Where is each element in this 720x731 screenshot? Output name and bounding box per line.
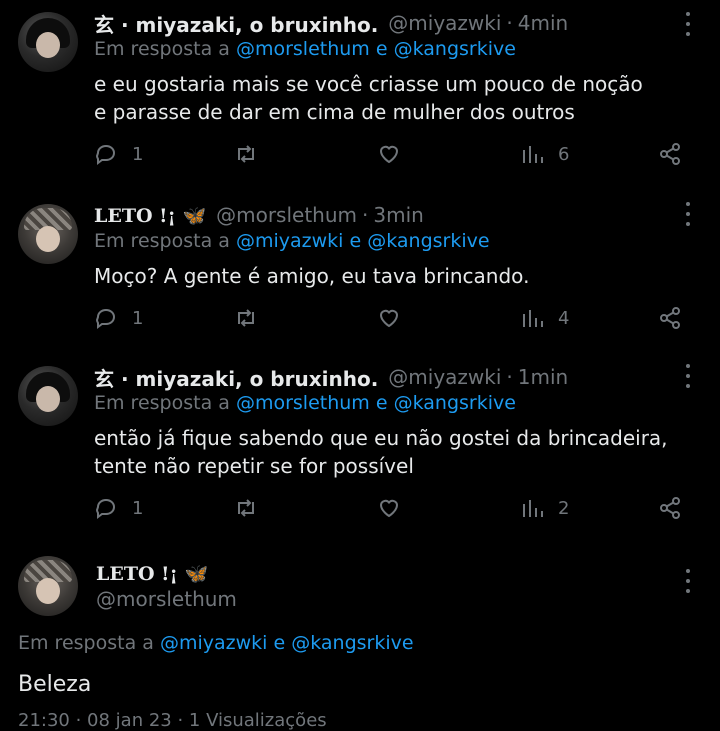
focused-tweet: LETO !¡ 🦋 @morslethum Em resposta a @miy… [0, 0, 720, 731]
tweet-text: Beleza [18, 672, 92, 697]
reply-context: Em resposta a @miyazwki e @kangsrkive [18, 632, 414, 654]
avatar[interactable] [18, 556, 78, 616]
mention-link[interactable]: @miyazwki [160, 632, 267, 654]
more-icon[interactable] [678, 569, 698, 593]
user-handle[interactable]: @morslethum [96, 587, 237, 611]
mention-link[interactable]: @kangsrkive [291, 632, 413, 654]
display-name[interactable]: LETO !¡ 🦋 [96, 562, 208, 585]
